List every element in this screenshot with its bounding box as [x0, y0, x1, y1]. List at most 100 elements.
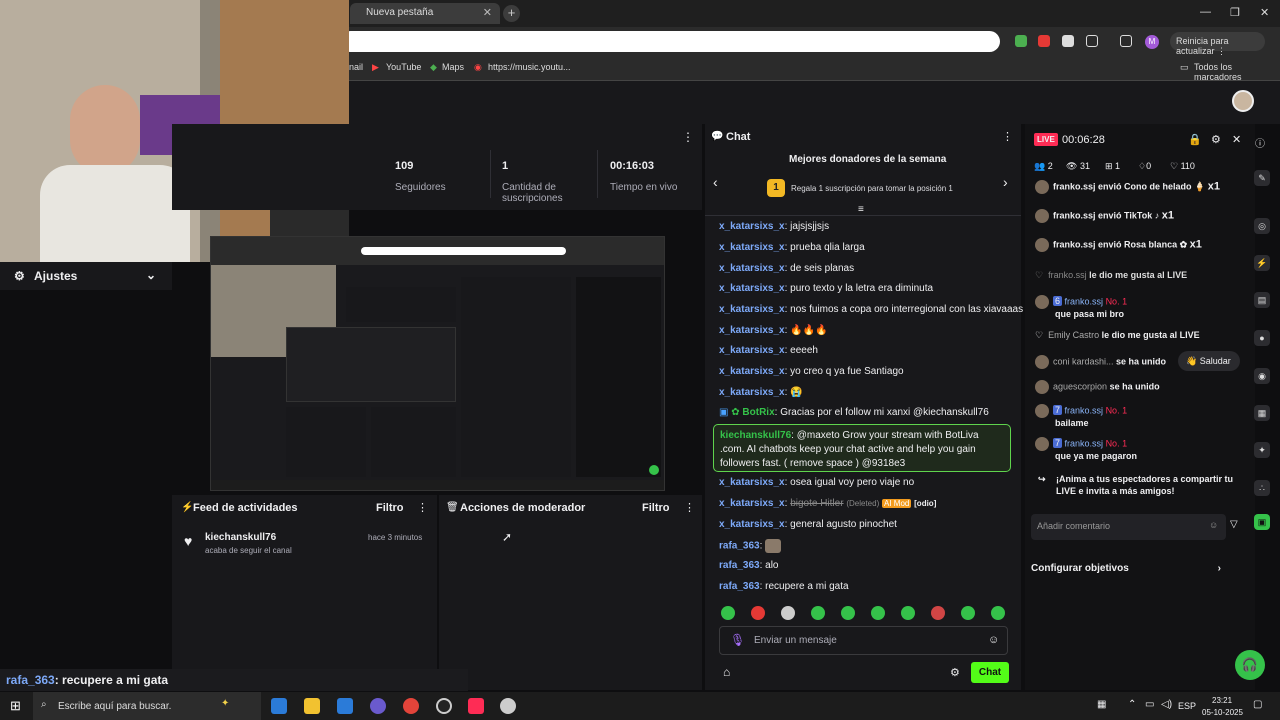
divider — [490, 150, 491, 198]
bolt-icon[interactable]: ⚡ — [1254, 255, 1270, 271]
chat-message: x_katarsixs_x: nos fuimos a copa oro int… — [719, 304, 1024, 315]
network-icon[interactable]: ▭ — [1145, 699, 1154, 710]
chat-message: x_katarsixs_x: prueba qlia larga — [719, 242, 865, 253]
chevron-right-icon[interactable]: › — [1003, 174, 1008, 190]
explorer-icon[interactable] — [304, 698, 320, 714]
server-icon[interactable]: ▦ — [1254, 405, 1270, 421]
chat-input[interactable]: 🎙 Enviar un mensaje ☺ — [719, 626, 1008, 655]
edge-icon[interactable] — [271, 698, 287, 714]
filter-button[interactable]: Filtro — [376, 502, 404, 514]
emoji-icon[interactable]: ☺ — [988, 634, 999, 646]
send-chat-button[interactable]: Chat — [971, 662, 1009, 683]
more-icon[interactable]: ⋮ — [1002, 130, 1013, 143]
emote-icon[interactable] — [991, 606, 1005, 620]
shield-icon[interactable] — [1015, 35, 1027, 47]
target-icon[interactable]: ◎ — [1254, 218, 1270, 234]
clapper-icon[interactable]: ▣ — [1254, 514, 1270, 530]
pin-icon[interactable]: ≡ — [858, 204, 864, 215]
settings-toggle[interactable]: ⚙ Ajustes ⌄ — [0, 262, 172, 290]
clipboard-icon[interactable]: ▤ — [1254, 292, 1270, 308]
bookmark-maps[interactable]: Maps — [442, 62, 464, 72]
update-button[interactable]: Reinicia para actualizar ⋮ — [1170, 32, 1265, 56]
filter-icon[interactable]: ▽ — [1230, 519, 1238, 530]
tray-up-icon[interactable]: ⌃ — [1128, 699, 1136, 710]
chrome-icon[interactable] — [403, 698, 419, 714]
chevron-left-icon[interactable]: ‹ — [713, 174, 718, 190]
taskbar-search[interactable]: ⌕ Escribe aquí para buscar. ✦ — [33, 692, 261, 720]
emote-icon[interactable] — [931, 606, 945, 620]
obs-icon[interactable] — [436, 698, 452, 714]
chat-bubble-icon[interactable]: ● — [1254, 330, 1270, 346]
greet-button[interactable]: 👋 Saludar — [1178, 351, 1240, 371]
emote-icon[interactable] — [811, 606, 825, 620]
close-icon[interactable]: ✕ — [1232, 133, 1241, 146]
browser-tab[interactable]: Nueva pestaña ✕ — [350, 3, 500, 24]
stream-preview — [210, 236, 665, 491]
emote-icon[interactable] — [751, 606, 765, 620]
gear-icon[interactable]: ⚙ — [950, 666, 960, 679]
chat-message: x_katarsixs_x: jajsjsjjsjs — [719, 221, 830, 232]
chat-title: Chat — [726, 131, 751, 143]
address-bar[interactable] — [340, 31, 1000, 52]
live-comment: ♡ franko.ssj le dio me gusta al LIVE — [1035, 270, 1188, 280]
bookmark-item[interactable]: nail — [349, 62, 363, 72]
tiktok-icon[interactable] — [468, 698, 484, 714]
emote-icon[interactable] — [901, 606, 915, 620]
more-icon[interactable]: ⋮ — [682, 130, 694, 144]
language-indicator[interactable]: ESP — [1178, 701, 1196, 711]
edit-icon[interactable]: ✎ — [1254, 170, 1270, 186]
extension-icon[interactable] — [1062, 35, 1074, 47]
clock-time[interactable]: 23:21 — [1212, 696, 1232, 705]
rank-badge: 1 — [767, 179, 785, 197]
chat-message: rafa_363: alo — [719, 560, 779, 571]
emote-icon[interactable] — [841, 606, 855, 620]
app-icon[interactable] — [500, 698, 516, 714]
restore-icon[interactable]: ❐ — [1230, 6, 1240, 19]
volume-icon[interactable]: ◁) — [1161, 699, 1172, 710]
emote-icon[interactable] — [871, 606, 885, 620]
emote-icon[interactable] — [781, 606, 795, 620]
filter-button[interactable]: Filtro — [642, 502, 670, 514]
notification-icon[interactable]: ▢ — [1253, 699, 1262, 710]
clock-date[interactable]: 05-10-2025 — [1202, 708, 1243, 717]
broadcast-icon[interactable]: ◉ — [1254, 368, 1270, 384]
store-icon[interactable] — [337, 698, 353, 714]
lock-icon[interactable]: 🔒 — [1188, 133, 1202, 146]
media-icon[interactable] — [1120, 35, 1132, 47]
support-icon[interactable]: 🎧 — [1235, 650, 1265, 680]
bookmark-music[interactable]: https://music.youtu... — [488, 62, 571, 72]
nodes-icon[interactable]: ∴ — [1254, 480, 1270, 496]
highlighted-message: kiechanskull76: @maxeto Grow your stream… — [713, 424, 1011, 472]
live-comment: ♡ Emily Castro le dio me gusta al LIVE — [1035, 330, 1200, 340]
minimize-icon[interactable]: — — [1200, 6, 1211, 18]
info-icon[interactable]: ⓘ — [1255, 135, 1265, 150]
microphone-icon[interactable]: 🎙 — [730, 633, 745, 647]
configure-goals[interactable]: Configurar objetivos › — [1031, 563, 1227, 574]
live-comment: 6 franko.ssj No. 1 que pasa mi bro — [1035, 295, 1127, 319]
gift-row: franko.ssj envió TikTok ♪ x1 — [1035, 209, 1174, 223]
settings-icon[interactable]: ⚙ — [1211, 133, 1221, 146]
windows-start-icon[interactable]: ⊞ — [10, 698, 21, 714]
face — [70, 85, 140, 175]
close-tab-icon[interactable]: ✕ — [483, 6, 492, 19]
gift-icon[interactable]: ⌂ — [723, 665, 730, 679]
emote-icon[interactable] — [961, 606, 975, 620]
close-window-icon[interactable]: ✕ — [1260, 6, 1269, 19]
profile-avatar[interactable]: M — [1145, 35, 1159, 49]
bookmark-youtube[interactable]: YouTube — [386, 62, 421, 72]
puzzle-icon[interactable] — [1086, 35, 1098, 47]
extension-icon[interactable] — [1038, 35, 1050, 47]
feed-user[interactable]: kiechanskull76 — [205, 532, 276, 543]
user-avatar[interactable] — [1232, 90, 1254, 112]
more-icon[interactable]: ⋮ — [684, 501, 695, 514]
all-bookmarks[interactable]: Todos los marcadores — [1194, 62, 1280, 82]
count-gifts: ⊞ 1 — [1105, 161, 1121, 171]
keyboard-icon[interactable]: ▦ — [1097, 699, 1106, 710]
new-tab-button[interactable]: + — [503, 5, 520, 22]
comment-input[interactable]: Añadir comentario ☺ — [1031, 514, 1226, 540]
more-icon[interactable]: ⋮ — [417, 501, 428, 514]
discord-icon[interactable] — [370, 698, 386, 714]
wrench-icon[interactable]: ✦ — [1254, 442, 1270, 458]
folder-icon: ▭ — [1180, 62, 1189, 72]
emote-icon[interactable] — [721, 606, 735, 620]
